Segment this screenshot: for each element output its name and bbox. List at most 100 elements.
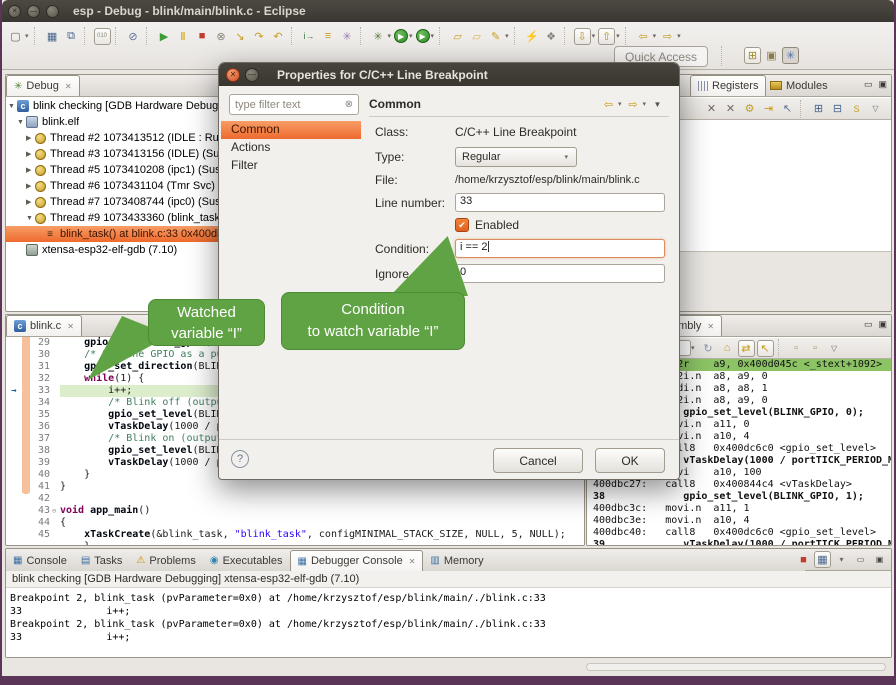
tab-registers[interactable]: Registers: [690, 75, 766, 96]
disassembly-line[interactable]: 400dbc40: call8 0x400dc6c0 <gpio_set_lev…: [587, 527, 891, 539]
dropdown-arrow-icon[interactable]: ▾: [505, 32, 509, 40]
line-number-field[interactable]: 33: [455, 193, 665, 212]
debug-tree-row[interactable]: ▼cblink checking [GDB Hardware Debugging…: [6, 98, 219, 114]
nav-item-filter[interactable]: Filter: [221, 157, 361, 175]
skip-all-breakpoints-icon[interactable]: ⊘: [125, 28, 142, 45]
dropdown-arrow-icon[interactable]: ▾: [618, 100, 622, 108]
dropdown-arrow-icon[interactable]: ▾: [25, 32, 29, 40]
tab-problems[interactable]: ⚠Problems: [129, 550, 202, 571]
debug-tree-row[interactable]: ≡blink_task() at blink.c:33 0x400dbc14: [6, 226, 219, 242]
sync-active-context-icon[interactable]: ⇄: [738, 340, 755, 357]
save-all-icon[interactable]: ⧉: [63, 28, 80, 45]
code-line[interactable]: 42: [6, 493, 584, 505]
close-icon[interactable]: ✕: [67, 322, 74, 331]
debug-icon[interactable]: ✳: [370, 28, 387, 45]
track-expression-icon[interactable]: ↖: [757, 340, 774, 357]
nav-item-actions[interactable]: Actions: [221, 139, 361, 157]
expander-icon[interactable]: ▶: [26, 198, 35, 206]
console-output[interactable]: Breakpoint 2, blink_task (pvParameter=0x…: [6, 588, 891, 657]
step-return-icon[interactable]: ↶: [270, 28, 287, 45]
enabled-checkbox[interactable]: ✔: [455, 218, 469, 232]
dropdown-arrow-icon[interactable]: ▾: [653, 32, 657, 40]
location-dropdown-icon[interactable]: ▾: [691, 344, 695, 352]
run-icon[interactable]: ▶: [394, 29, 408, 43]
back-icon[interactable]: ⇦: [635, 28, 652, 45]
expander-icon[interactable]: ▶: [26, 166, 35, 174]
debug-tree-row[interactable]: ▶Thread #3 1073413156 (IDLE) (Suspended): [6, 146, 219, 162]
view-menu-icon[interactable]: ▽: [826, 340, 843, 357]
code-line[interactable]: 45 xTaskCreate(&blink_task, "blink_task"…: [6, 529, 584, 541]
refresh-icon[interactable]: ↻: [700, 340, 717, 357]
window-maximize-button[interactable]: [46, 5, 59, 18]
view-menu-icon[interactable]: ▼: [649, 96, 666, 113]
type-dropdown[interactable]: Regular ▾: [455, 147, 577, 167]
coverage-icon[interactable]: ▶: [416, 29, 430, 43]
disassembly-line[interactable]: 39 vTaskDelay(1000 / portTICK_PERIOD_MS)…: [587, 539, 891, 545]
close-icon[interactable]: ✕: [65, 82, 72, 91]
minimize-view-icon[interactable]: ▭: [864, 319, 873, 330]
expander-icon[interactable]: ▼: [17, 119, 26, 126]
minimize-view-icon[interactable]: ▭: [864, 79, 873, 90]
binary-icon[interactable]: 010: [94, 28, 111, 45]
expander-icon[interactable]: ▶: [26, 182, 35, 190]
window-close-button[interactable]: ✕: [8, 5, 21, 18]
expand-all-icon[interactable]: ⊞: [810, 100, 827, 117]
code-line[interactable]: 43⊖void app_main(): [6, 505, 584, 517]
disconnect-icon[interactable]: ⊗: [213, 28, 230, 45]
breakpoint-arrow-icon[interactable]: →: [6, 385, 22, 397]
edit-icon[interactable]: ✎: [487, 28, 504, 45]
debug-tree-row[interactable]: ▶Thread #6 1073431104 (Tmr Svc) (Suspend…: [6, 178, 219, 194]
dialog-close-button[interactable]: ✕: [226, 68, 240, 82]
dropdown-arrow-icon[interactable]: ▾: [592, 32, 596, 40]
debug-tree-row[interactable]: ▶Thread #7 1073408744 (ipc0) (Suspended): [6, 194, 219, 210]
expander-icon[interactable]: ▶: [26, 134, 35, 142]
suspend-icon[interactable]: Ⅱ: [175, 28, 192, 45]
disassembly-line[interactable]: 400dbc3e: movi.n a10, 4: [587, 515, 891, 527]
collapse-all-icon[interactable]: ⊟: [829, 100, 846, 117]
pin-console-icon[interactable]: ▦: [814, 551, 831, 568]
disassembly-line[interactable]: 38 gpio_set_level(BLINK_GPIO, 1);: [587, 491, 891, 503]
tab-console[interactable]: ▦Console: [6, 550, 74, 571]
nav-item-common[interactable]: Common: [221, 121, 361, 139]
cancel-button[interactable]: Cancel: [493, 448, 583, 473]
tab-debugger-console[interactable]: ▦Debugger Console✕: [290, 550, 424, 571]
layout-icon[interactable]: S: [848, 100, 865, 117]
dropdown-arrow-icon[interactable]: ▾: [388, 32, 392, 40]
debug-tree-row[interactable]: ▼blink.elf: [6, 114, 219, 130]
console-selector-icon[interactable]: ▾: [833, 551, 850, 568]
forward-icon[interactable]: ⇨: [624, 96, 641, 113]
dropdown-arrow-icon[interactable]: ▾: [677, 32, 681, 40]
code-line[interactable]: 44{: [6, 517, 584, 529]
tab-blink-c[interactable]: c blink.c ✕: [6, 315, 82, 336]
remove-all-icon[interactable]: ✕: [722, 100, 739, 117]
new-wizard-icon[interactable]: ▢: [7, 28, 24, 45]
close-icon[interactable]: ✕: [707, 322, 714, 331]
view-menu-icon[interactable]: ▽: [867, 100, 884, 117]
next-annotation-icon[interactable]: ⇩: [574, 28, 591, 45]
tab-tasks[interactable]: ▤Tasks: [74, 550, 130, 571]
tab-modules[interactable]: Modules: [763, 75, 835, 96]
expander-icon[interactable]: ▼: [26, 215, 35, 222]
step-over-icon[interactable]: ↷: [251, 28, 268, 45]
disassembly-line[interactable]: 400dbc27: call8 0x400844c4 <vTaskDelay>: [587, 479, 891, 491]
horizontal-scrollbar[interactable]: [586, 663, 886, 671]
save-icon[interactable]: ▦: [44, 28, 61, 45]
remove-selected-icon[interactable]: ✕: [703, 100, 720, 117]
native-watch-icon[interactable]: ⚙: [741, 100, 758, 117]
debug-tree-row[interactable]: ▼Thread #9 1073433360 (blink_task : Runn…: [6, 210, 219, 226]
debug-tree-row[interactable]: ▶Thread #5 1073410208 (ipc1) (Suspended): [6, 162, 219, 178]
minimize-icon[interactable]: ▭: [852, 551, 869, 568]
dropdown-arrow-icon[interactable]: ▾: [409, 32, 413, 40]
expander-icon[interactable]: ▼: [8, 103, 17, 110]
show-source-icon[interactable]: ▫: [788, 340, 805, 357]
fold-icon[interactable]: ⊖: [52, 505, 60, 517]
maximize-icon[interactable]: ▣: [871, 551, 888, 568]
profile-icon[interactable]: ✳: [339, 28, 356, 45]
show-debug-console-icon[interactable]: ≡: [320, 28, 337, 45]
tab-executables[interactable]: ◉Executables: [203, 550, 290, 571]
code-line[interactable]: 41}: [6, 481, 584, 493]
dropdown-arrow-icon[interactable]: ▾: [616, 32, 620, 40]
ok-button[interactable]: OK: [595, 448, 665, 473]
clear-filter-icon[interactable]: ⊗: [345, 99, 353, 110]
debug-perspective-icon[interactable]: ✳: [782, 47, 799, 64]
